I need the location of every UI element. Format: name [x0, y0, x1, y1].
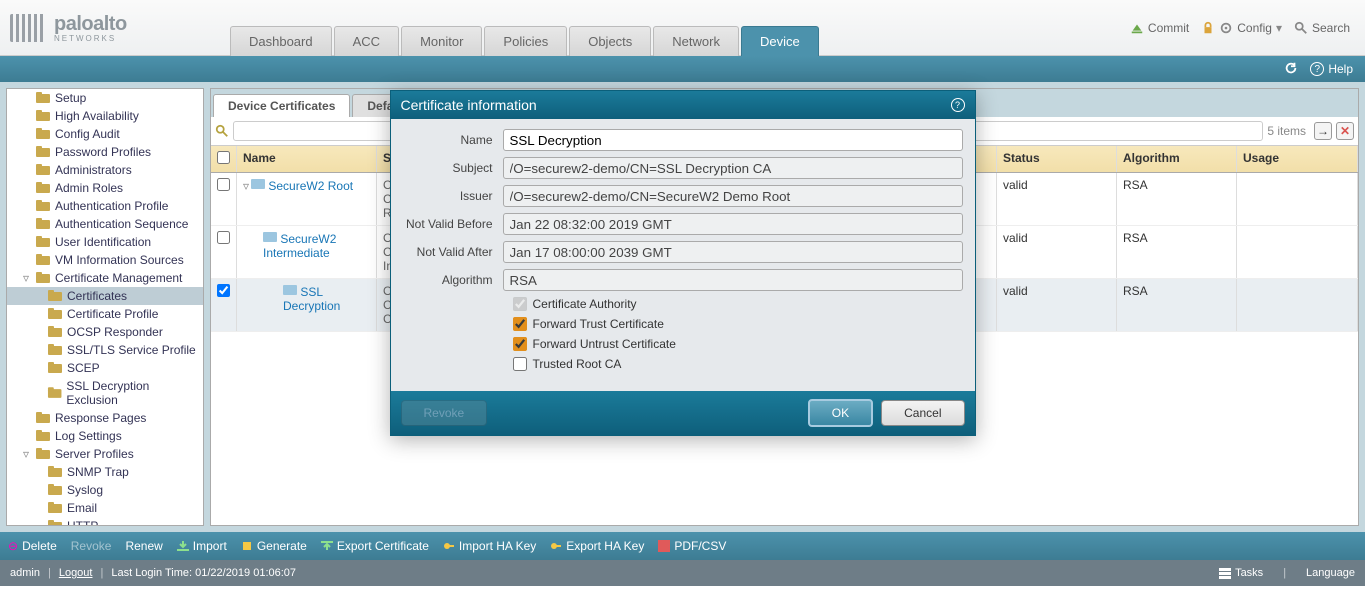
generate-icon: [241, 540, 253, 552]
nvb-input: [503, 213, 963, 235]
help-button[interactable]: ? Help: [1310, 62, 1353, 76]
tab-policies[interactable]: Policies: [484, 26, 567, 56]
nva-label: Not Valid After: [403, 245, 503, 259]
renew-action[interactable]: Renew: [125, 539, 162, 553]
cancel-button[interactable]: Cancel: [881, 400, 964, 426]
refresh-icon: [1284, 61, 1298, 75]
search-icon: [1294, 21, 1308, 35]
pdf-icon: [658, 540, 670, 552]
export-action[interactable]: Export Certificate: [321, 539, 429, 553]
fwd-untrust-checkbox[interactable]: [513, 337, 527, 351]
nva-input: [503, 241, 963, 263]
alg-label: Algorithm: [403, 273, 503, 287]
content: SetupHigh AvailabilityConfig AuditPasswo…: [0, 82, 1365, 532]
app-header: paloalto NETWORKS DashboardACCMonitorPol…: [0, 0, 1365, 56]
main-tabs: DashboardACCMonitorPoliciesObjectsNetwor…: [230, 0, 821, 56]
logout-link[interactable]: Logout: [59, 567, 93, 579]
generate-action[interactable]: Generate: [241, 539, 307, 553]
tab-monitor[interactable]: Monitor: [401, 26, 482, 56]
logo-text: paloalto: [54, 13, 127, 36]
tab-network[interactable]: Network: [653, 26, 739, 56]
subheader: ? Help: [0, 56, 1365, 82]
import-ha-action[interactable]: Import HA Key: [443, 539, 536, 553]
action-bar: ⊖Delete Revoke Renew Import Generate Exp…: [0, 532, 1365, 560]
export-ha-action[interactable]: Export HA Key: [550, 539, 644, 553]
chevron-down-icon: ▾: [1276, 21, 1282, 35]
import-ha-icon: [443, 540, 455, 552]
modal-help-icon[interactable]: ?: [951, 98, 965, 112]
name-label: Name: [403, 133, 503, 147]
help-icon: ?: [1310, 62, 1324, 76]
language-link[interactable]: Language: [1306, 567, 1355, 579]
delete-action[interactable]: ⊖Delete: [8, 539, 57, 553]
export-icon: [321, 540, 333, 552]
certificate-info-modal: Certificate information ? Name Subject I…: [390, 90, 976, 436]
commit-icon: [1130, 21, 1144, 35]
delete-icon: ⊖: [8, 539, 18, 553]
tab-dashboard[interactable]: Dashboard: [230, 26, 332, 56]
gear-icon: [1219, 21, 1233, 35]
refresh-button[interactable]: [1284, 61, 1298, 78]
modal-body: Name Subject Issuer Not Valid Before Not…: [391, 119, 975, 391]
revoke-action: Revoke: [71, 539, 112, 553]
fwd-trust-checkbox[interactable]: [513, 317, 527, 331]
modal-overlay: Certificate information ? Name Subject I…: [0, 82, 1365, 532]
footer: admin | Logout | Last Login Time: 01/22/…: [0, 560, 1365, 586]
config-button[interactable]: Config ▾: [1201, 21, 1282, 35]
ca-label: Certificate Authority: [533, 297, 637, 311]
trusted-root-label: Trusted Root CA: [533, 357, 622, 371]
subject-label: Subject: [403, 161, 503, 175]
logo-icon: [10, 14, 46, 42]
issuer-label: Issuer: [403, 189, 503, 203]
modal-header: Certificate information ?: [391, 91, 975, 119]
revoke-button: Revoke: [401, 400, 488, 426]
name-input[interactable]: [503, 129, 963, 151]
tab-objects[interactable]: Objects: [569, 26, 651, 56]
tab-device[interactable]: Device: [741, 26, 819, 56]
export-ha-icon: [550, 540, 562, 552]
modal-footer: Revoke OK Cancel: [391, 391, 975, 435]
alg-input: [503, 269, 963, 291]
footer-user: admin: [10, 567, 40, 579]
modal-title: Certificate information: [401, 97, 537, 113]
commit-button[interactable]: Commit: [1130, 21, 1189, 35]
trusted-root-checkbox[interactable]: [513, 357, 527, 371]
tasks-icon: [1219, 567, 1231, 579]
logo: paloalto NETWORKS: [0, 13, 200, 43]
import-action[interactable]: Import: [177, 539, 227, 553]
ok-button[interactable]: OK: [808, 399, 873, 427]
search-button[interactable]: Search: [1294, 21, 1350, 35]
pdf-action[interactable]: PDF/CSV: [658, 539, 726, 553]
tab-acc[interactable]: ACC: [334, 26, 399, 56]
fwd-untrust-label: Forward Untrust Certificate: [533, 337, 676, 351]
logo-sub: NETWORKS: [54, 34, 127, 43]
nvb-label: Not Valid Before: [403, 217, 503, 231]
lock-icon: [1201, 21, 1215, 35]
fwd-trust-label: Forward Trust Certificate: [533, 317, 664, 331]
tasks-link[interactable]: Tasks: [1219, 567, 1263, 579]
import-icon: [177, 540, 189, 552]
ca-checkbox: [513, 297, 527, 311]
last-login: Last Login Time: 01/22/2019 01:06:07: [111, 567, 296, 579]
subject-input: [503, 157, 963, 179]
issuer-input: [503, 185, 963, 207]
header-actions: Commit Config ▾ Search: [1130, 21, 1365, 35]
